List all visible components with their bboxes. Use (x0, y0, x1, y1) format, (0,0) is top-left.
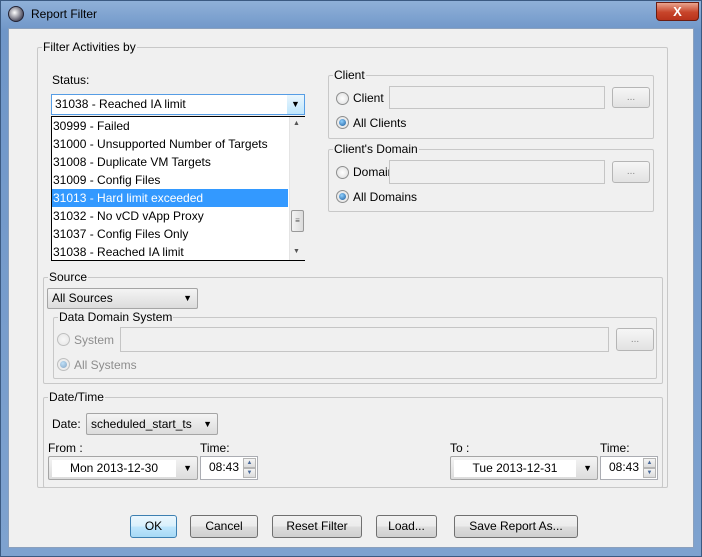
system-radio[interactable] (57, 333, 70, 346)
to-date-value: Tue 2013-12-31 (454, 460, 576, 477)
all-clients-label: All Clients (353, 116, 407, 130)
chevron-down-icon[interactable]: ▼ (287, 95, 304, 114)
status-option[interactable]: 31032 - No vCD vApp Proxy (52, 207, 288, 225)
chevron-down-icon: ▼ (183, 293, 192, 303)
from-time-value: 08:43 (209, 460, 240, 474)
group-label: Source (48, 270, 89, 284)
domain-input[interactable] (389, 160, 605, 184)
spin-up-icon[interactable]: ▲ (243, 458, 256, 468)
status-option[interactable]: 31037 - Config Files Only (52, 225, 288, 243)
status-selected: 31038 - Reached IA limit (55, 97, 186, 111)
domain-radio[interactable] (336, 166, 349, 179)
source-combo[interactable]: All Sources ▼ (47, 288, 198, 309)
chevron-down-icon: ▼ (583, 463, 592, 473)
title-bar: Report Filter X (1, 1, 701, 28)
scrollbar[interactable]: ▲ ≡ ▼ (289, 117, 305, 260)
to-time-spinner[interactable]: 08:43 ▲ ▼ (600, 456, 658, 480)
system-radio-label: System (74, 333, 115, 347)
source-selected: All Sources (52, 291, 113, 305)
status-option[interactable]: 31038 - Reached IA limit (52, 243, 288, 261)
status-option[interactable]: 31000 - Unsupported Number of Targets (52, 135, 288, 153)
load-button[interactable]: Load... (376, 515, 437, 538)
group-label: Data Domain System (58, 310, 174, 324)
all-systems-label: All Systems (74, 358, 137, 372)
status-option[interactable]: 31008 - Duplicate VM Targets (52, 153, 288, 171)
to-time-label: Time: (600, 441, 630, 455)
chevron-down-icon: ▼ (183, 463, 192, 473)
from-time-label: Time: (200, 441, 230, 455)
to-time-value: 08:43 (609, 460, 640, 474)
status-option[interactable]: 31013 - Hard limit exceeded (52, 189, 288, 207)
all-clients-radio[interactable] (336, 116, 349, 129)
client-radio-label: Client (353, 91, 384, 105)
scroll-thumb[interactable]: ≡ (291, 210, 304, 232)
scroll-up-icon[interactable]: ▲ (293, 120, 300, 127)
domain-browse-button[interactable]: ... (612, 161, 650, 183)
cancel-button[interactable]: Cancel (190, 515, 258, 538)
status-option[interactable]: 31009 - Config Files (52, 171, 288, 189)
group-label: Date/Time (48, 390, 105, 404)
all-systems-radio[interactable] (57, 358, 70, 371)
status-label: Status: (52, 73, 90, 87)
status-dropdown-list: 30999 - Failed 31000 - Unsupported Number… (51, 116, 305, 261)
date-label: Date: (52, 417, 81, 431)
client-radio[interactable] (336, 92, 349, 105)
from-label: From : (48, 441, 83, 455)
save-report-as-button[interactable]: Save Report As... (454, 515, 578, 538)
close-button[interactable]: X (656, 2, 699, 21)
system-input[interactable] (120, 327, 609, 352)
date-field-combo[interactable]: scheduled_start_ts ▼ (86, 413, 218, 435)
to-label: To : (450, 441, 470, 455)
from-time-spinner[interactable]: 08:43 ▲ ▼ (200, 456, 258, 480)
spin-down-icon[interactable]: ▼ (643, 468, 656, 478)
from-date-value: Mon 2013-12-30 (52, 460, 176, 477)
group-label: Filter Activities by (42, 40, 137, 54)
to-date-combo[interactable]: Tue 2013-12-31 ▼ (450, 456, 598, 480)
spin-up-icon[interactable]: ▲ (643, 458, 656, 468)
from-date-combo[interactable]: Mon 2013-12-30 ▼ (48, 456, 198, 480)
all-domains-label: All Domains (353, 190, 418, 204)
date-field-selected: scheduled_start_ts (91, 417, 192, 431)
system-browse-button[interactable]: ... (616, 328, 654, 351)
reset-filter-button[interactable]: Reset Filter (272, 515, 362, 538)
scroll-down-icon[interactable]: ▼ (293, 248, 300, 255)
window-title: Report Filter (31, 7, 98, 21)
client-browse-button[interactable]: ... (612, 87, 650, 108)
chevron-down-icon: ▼ (203, 419, 212, 429)
status-combo[interactable]: 31038 - Reached IA limit ▼ (51, 94, 305, 115)
group-label: Client's Domain (333, 142, 419, 156)
spin-down-icon[interactable]: ▼ (243, 468, 256, 478)
status-option[interactable]: 30999 - Failed (52, 117, 288, 135)
client-input[interactable] (389, 86, 605, 109)
all-domains-radio[interactable] (336, 190, 349, 203)
group-label: Client (333, 68, 366, 82)
ok-button[interactable]: OK (130, 515, 177, 538)
app-icon (8, 6, 24, 22)
